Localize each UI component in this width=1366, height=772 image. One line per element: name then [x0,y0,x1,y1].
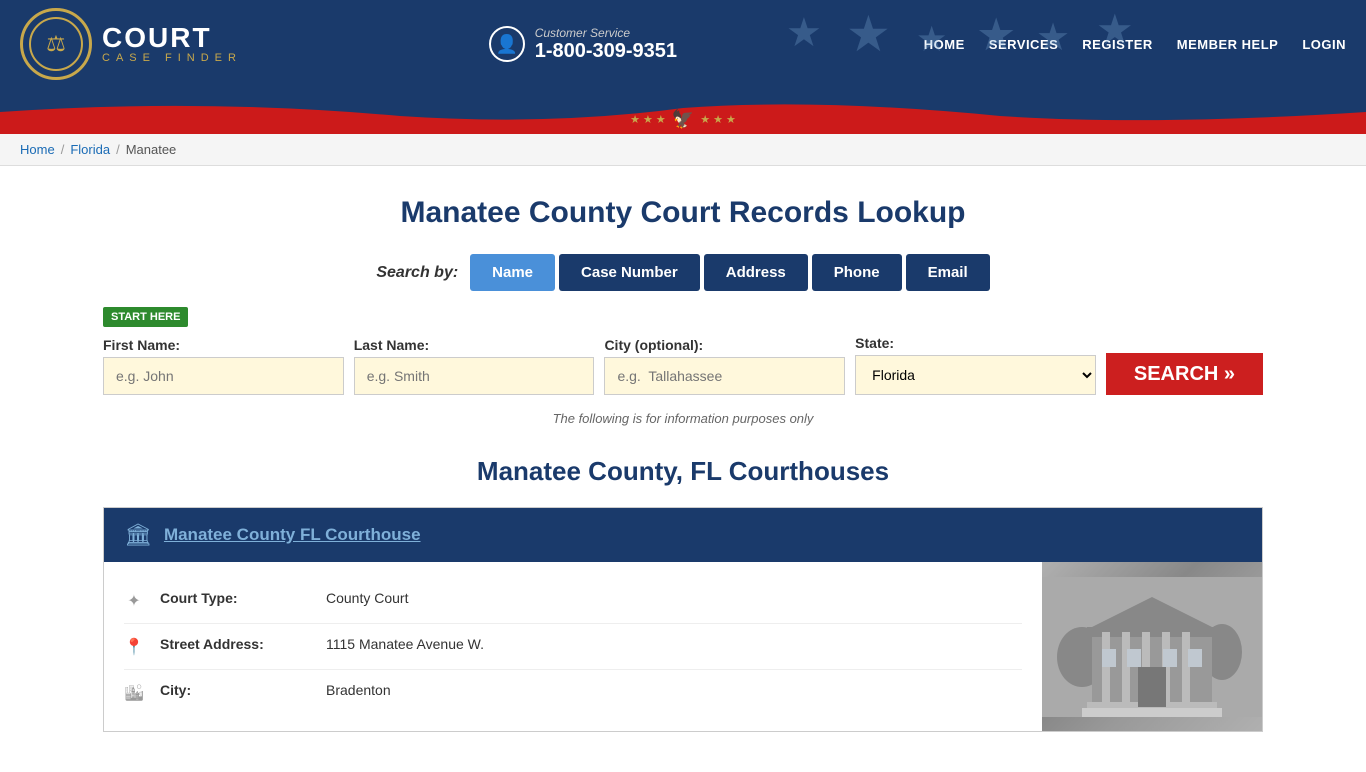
city-input[interactable] [604,357,845,395]
search-tabs: Name Case Number Address Phone Email [470,254,989,291]
breadcrumb-current: Manatee [126,142,177,157]
street-address-label: Street Address: [160,636,310,652]
courthouse-card: 🏛 Manatee County FL Courthouse ✦ Court T… [103,507,1263,732]
city-icon: 🏙 [124,683,144,703]
nav-login[interactable]: LOGIN [1302,37,1346,52]
cs-label: Customer Service [535,26,677,40]
breadcrumb: Home / Florida / Manatee [20,142,1346,157]
breadcrumb-florida[interactable]: Florida [70,142,110,157]
last-name-group: Last Name: [354,337,595,395]
breadcrumb-sep-1: / [61,142,65,157]
courthouse-header: 🏛 Manatee County FL Courthouse [104,508,1262,562]
tab-email[interactable]: Email [906,254,990,291]
last-name-input[interactable] [354,357,595,395]
eagle-area: ★ ★ ★ 🦅 ★ ★ ★ [630,109,736,134]
search-button[interactable]: SEARCH » [1106,353,1263,395]
courthouse-body: ✦ Court Type: County Court 📍 Street Addr… [104,562,1262,731]
logo-finder-text: CASE FINDER [102,52,242,64]
logo-court-text: COURT [102,24,242,52]
address-icon: 📍 [124,637,144,657]
logo-area: ⚖ COURT CASE FINDER [20,8,242,80]
logo-inner-icon: ⚖ [29,17,83,71]
state-label: State: [855,335,1096,351]
courthouse-illustration [1042,577,1262,717]
last-name-label: Last Name: [354,337,595,353]
start-here-badge: START HERE [103,307,188,327]
tab-address[interactable]: Address [704,254,808,291]
first-name-input[interactable] [103,357,344,395]
state-group: State: Florida Alabama Georgia South Car… [855,335,1096,395]
street-address-row: 📍 Street Address: 1115 Manatee Avenue W. [124,624,1022,670]
phone-icon: 👤 [489,26,525,62]
tab-phone[interactable]: Phone [812,254,902,291]
court-type-row: ✦ Court Type: County Court [124,578,1022,624]
wave-banner: ★ ★ ★ 🦅 ★ ★ ★ [0,98,1366,134]
search-by-row: Search by: Name Case Number Address Phon… [103,254,1263,291]
cs-text-block: Customer Service 1-800-309-9351 [535,26,677,63]
first-name-label: First Name: [103,337,344,353]
customer-service: 👤 Customer Service 1-800-309-9351 [489,26,677,63]
main-content: Manatee County Court Records Lookup Sear… [83,166,1283,772]
logo-badge: ⚖ [20,8,92,80]
courthouse-title-link[interactable]: Manatee County FL Courthouse [164,525,421,545]
info-note: The following is for information purpose… [103,411,1263,426]
courthouse-info-section: ✦ Court Type: County Court 📍 Street Addr… [104,562,1042,731]
tab-name[interactable]: Name [470,254,555,291]
court-type-icon: ✦ [124,591,144,611]
state-select[interactable]: Florida Alabama Georgia South Carolina [855,355,1096,395]
logo-text: COURT CASE FINDER [102,24,242,64]
courthouse-image [1042,562,1262,731]
breadcrumb-home[interactable]: Home [20,142,55,157]
courthouses-title: Manatee County, FL Courthouses [103,456,1263,487]
header-stars-decoration: ★ ★ ★ ★ ★ ★ [766,0,1166,90]
site-header: ★ ★ ★ ★ ★ ★ ⚖ COURT CASE FINDER 👤 Custom… [0,0,1366,88]
nav-member-help[interactable]: MEMBER HELP [1177,37,1279,52]
city-group: City (optional): [604,337,845,395]
city-label: City (optional): [604,337,845,353]
wave-top-strip [0,88,1366,98]
cs-phone: 1-800-309-9351 [535,40,677,63]
court-type-value: County Court [326,590,408,606]
search-form: First Name: Last Name: City (optional): … [103,335,1263,395]
street-address-value: 1115 Manatee Avenue W. [326,636,484,652]
page-title: Manatee County Court Records Lookup [103,196,1263,230]
court-type-label: Court Type: [160,590,310,606]
form-container: START HERE First Name: Last Name: City (… [103,307,1263,395]
breadcrumb-bar: Home / Florida / Manatee [0,134,1366,166]
stars-left: ★ ★ ★ [630,113,666,126]
stars-right: ★ ★ ★ [700,113,736,126]
eagle-icon: 🦅 [672,109,694,130]
city-label-info: City: [160,682,310,698]
courthouse-building-icon: 🏛 [124,522,152,548]
city-value: Bradenton [326,682,391,698]
courthouse-photo [1042,562,1262,731]
city-row: 🏙 City: Bradenton [124,670,1022,715]
first-name-group: First Name: [103,337,344,395]
search-by-label: Search by: [376,264,458,282]
breadcrumb-sep-2: / [116,142,120,157]
tab-case-number[interactable]: Case Number [559,254,700,291]
